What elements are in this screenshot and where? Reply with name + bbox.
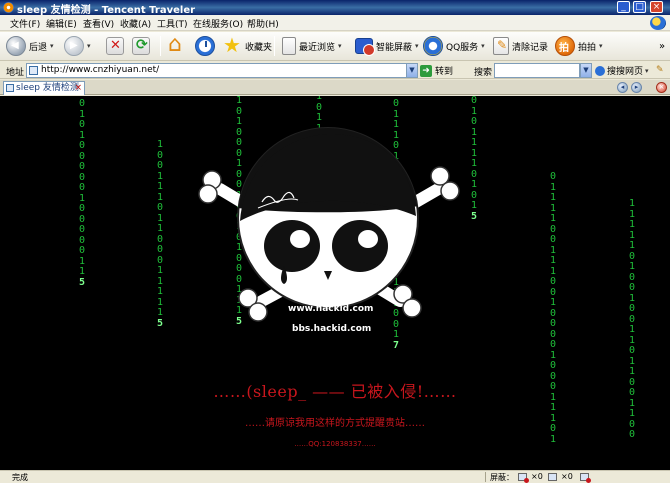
site-url-bbs: bbs.hackid.com (292, 324, 372, 334)
menu-edit[interactable]: 编辑(E) (46, 17, 77, 30)
site-url-www: www.hackid.com (288, 304, 374, 314)
clear-records-icon (493, 37, 509, 55)
pen-icon[interactable]: ✎ (656, 65, 664, 75)
history-button[interactable] (195, 35, 215, 57)
qq-service-label: QQ服务 (446, 42, 479, 53)
clock-icon (195, 36, 215, 56)
forward-arrow-icon (64, 36, 84, 56)
qq-contact-line: ……QQ:120838337…… (294, 440, 376, 448)
qq-service-button[interactable]: QQ服务 ▾ (423, 35, 485, 57)
browser-window: sleep 友情检测 - Tencent Traveler _ □ × 文件(F… (0, 0, 670, 483)
clear-records-label: 清除记录 (512, 42, 549, 53)
forward-dropdown-icon[interactable]: ▾ (87, 42, 91, 50)
home-icon (168, 32, 188, 57)
blocked-ad-icon[interactable] (548, 473, 557, 481)
refresh-icon (132, 37, 150, 55)
snapshot-button[interactable]: 拍拍 ▾ (555, 35, 603, 57)
maximize-button[interactable]: □ (633, 1, 646, 13)
search-dropdown-icon[interactable]: ▼ (580, 63, 592, 78)
menu-online-services[interactable]: 在线服务(O) (193, 17, 243, 30)
smart-block-dropdown-icon[interactable]: ▾ (415, 42, 419, 50)
stop-button[interactable] (106, 35, 124, 57)
status-text: 完成 (12, 473, 28, 482)
search-engine-button[interactable]: 搜搜网页 ▾ (595, 63, 649, 78)
toolbar-overflow-button[interactable]: » (659, 35, 665, 57)
apology-message: ……请原谅我用这样的方式提醒贵站…… (245, 418, 425, 429)
tab-next-icon[interactable]: ▸ (631, 82, 642, 93)
recent-browsing-button[interactable]: 最近浏览 ▾ (282, 35, 342, 57)
smart-block-button[interactable]: 智能屏蔽 ▾ (355, 35, 419, 57)
window-title: sleep 友情检测 - Tencent Traveler (17, 5, 196, 16)
qq-icon (423, 36, 443, 56)
tab-prev-icon[interactable]: ◂ (617, 82, 628, 93)
menu-file[interactable]: 文件(F) (10, 17, 40, 30)
snapshot-label: 拍拍 (578, 42, 597, 53)
menu-help[interactable]: 帮助(H) (247, 17, 279, 30)
block-screen-icon (355, 38, 375, 56)
go-arrow-icon: ➜ (420, 64, 432, 77)
soso-icon (595, 65, 605, 76)
menu-bar: 文件(F) 编辑(E) 查看(V) 收藏(A) 工具(T) 在线服务(O) 帮助… (0, 15, 670, 31)
search-label: 搜索 (474, 68, 493, 78)
refresh-button[interactable] (132, 35, 150, 57)
menu-favorites[interactable]: 收藏(A) (120, 17, 151, 30)
tab-close-icon[interactable]: × (74, 82, 82, 94)
forward-button[interactable]: ▾ (64, 35, 91, 57)
status-separator (485, 472, 486, 482)
recent-dropdown-icon[interactable]: ▾ (338, 42, 342, 50)
menu-tools[interactable]: 工具(T) (157, 17, 188, 30)
blocked-popup-icon[interactable] (518, 473, 529, 483)
address-input[interactable]: http://www.cnzhiyuan.net/ (26, 63, 418, 78)
tab-bar: sleep 友情检测 × ◂ ▸ × (0, 80, 670, 95)
smart-block-label: 智能屏蔽 (376, 42, 413, 53)
back-dropdown-icon[interactable]: ▾ (50, 42, 54, 50)
search-engine-label: 搜搜网页 (607, 67, 644, 77)
back-arrow-icon (6, 36, 26, 56)
favorites-label: 收藏夹 (245, 42, 273, 53)
go-button[interactable]: ➜ 转到 (420, 63, 453, 78)
menu-view[interactable]: 查看(V) (83, 17, 114, 30)
back-button[interactable]: 后退 ▾ (6, 35, 54, 57)
star-icon (222, 33, 242, 57)
stop-icon (106, 37, 124, 55)
address-url: http://www.cnzhiyuan.net/ (41, 65, 160, 75)
blocked-popup-count: ×0 (531, 472, 543, 481)
status-bar: 完成 屏蔽： ×0 ×0 (0, 470, 670, 483)
minimize-button[interactable]: _ (617, 1, 630, 13)
close-button[interactable]: × (650, 1, 663, 13)
go-label: 转到 (435, 67, 454, 77)
tab-label: sleep 友情检测 (16, 83, 79, 93)
address-label: 地址 (6, 68, 25, 78)
tab-page-icon (6, 84, 14, 92)
toolbar-separator (160, 36, 161, 56)
snapshot-dropdown-icon[interactable]: ▾ (599, 42, 603, 50)
clear-records-button[interactable]: 清除记录 (493, 35, 548, 57)
search-engine-dropdown-icon[interactable]: ▾ (645, 67, 649, 75)
page-list-icon (282, 37, 296, 55)
hacked-headline: ……(sleep_ —— 已被入侵!…… (213, 382, 457, 401)
tencent-traveler-icon (3, 2, 14, 13)
qq-logo-icon (650, 16, 666, 30)
page-content: 0 1 0 1 0 0 0 0 0 1 0 0 0 0 0 1 1 5 1 0 … (0, 96, 670, 470)
paipai-icon (555, 36, 575, 56)
toolbar-separator (274, 36, 275, 56)
home-button[interactable] (168, 32, 188, 57)
search-input[interactable] (494, 63, 580, 78)
address-dropdown-icon[interactable]: ▼ (406, 63, 418, 78)
address-bar: 地址 http://www.cnzhiyuan.net/ ▼ ➜ 转到 搜索 ▼… (0, 62, 670, 79)
block-label: 屏蔽： (490, 473, 514, 482)
toolbar: 后退 ▾ ▾ 收藏夹 最近浏览 ▾ (0, 32, 670, 61)
back-label: 后退 (29, 42, 48, 53)
security-status-icon[interactable] (580, 473, 591, 483)
close-all-tabs-icon[interactable]: × (656, 82, 667, 93)
tab-sleep-check[interactable]: sleep 友情检测 × (3, 81, 85, 95)
qq-service-dropdown-icon[interactable]: ▾ (481, 42, 485, 50)
title-bar[interactable]: sleep 友情检测 - Tencent Traveler _ □ × (0, 0, 670, 16)
page-icon (29, 66, 38, 75)
blocked-ad-count: ×0 (561, 472, 573, 481)
recent-browsing-label: 最近浏览 (299, 42, 336, 53)
favorites-button[interactable]: 收藏夹 (222, 33, 273, 57)
skull-crossbones-image (198, 127, 460, 322)
